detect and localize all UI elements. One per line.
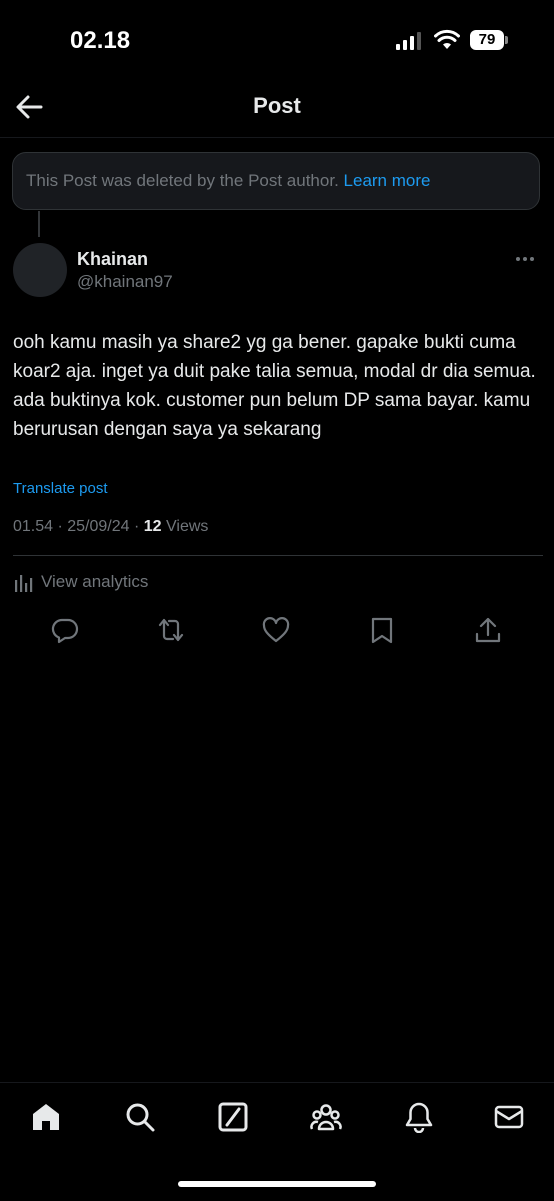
meta-divider — [13, 555, 543, 556]
deleted-post-notice: This Post was deleted by the Post author… — [12, 152, 540, 210]
search-icon[interactable] — [124, 1101, 156, 1133]
learn-more-link[interactable]: Learn more — [344, 171, 431, 190]
like-icon[interactable] — [261, 615, 291, 645]
battery-tip — [505, 36, 508, 44]
deleted-notice-text: This Post was deleted by the Post author… — [26, 171, 339, 190]
views-label: Views — [161, 518, 209, 535]
post-text: ooh kamu masih ya share2 yg ga bener. ga… — [13, 332, 536, 440]
view-analytics-label: View analytics — [41, 572, 149, 591]
top-bar: Post — [0, 80, 554, 136]
reply-icon[interactable] — [50, 615, 80, 645]
views-count: 12 — [143, 518, 162, 535]
author-handle[interactable]: @khainan97 — [77, 272, 173, 292]
post-timestamp: 01.54 · 25/09/24 · — [13, 518, 144, 535]
home-indicator — [178, 1181, 376, 1187]
translate-post-link[interactable]: Translate post — [13, 480, 108, 497]
notifications-icon[interactable] — [403, 1101, 435, 1133]
grok-icon[interactable] — [217, 1101, 249, 1133]
author-name[interactable]: Khainan — [77, 249, 148, 270]
analytics-icon — [15, 575, 33, 592]
post-meta: 01.54 · 25/09/24 · 12 Views — [13, 518, 208, 536]
avatar[interactable] — [13, 243, 67, 297]
messages-icon[interactable] — [493, 1101, 525, 1133]
more-icon[interactable] — [516, 248, 542, 268]
repost-icon[interactable] — [156, 615, 186, 645]
thread-line — [38, 211, 40, 237]
battery-indicator: 79 — [470, 30, 504, 50]
cellular-signal-icon — [396, 32, 421, 50]
home-icon[interactable] — [30, 1101, 62, 1133]
share-icon[interactable] — [473, 615, 503, 645]
bookmark-icon[interactable] — [367, 615, 397, 645]
communities-icon[interactable] — [310, 1101, 342, 1133]
header-divider — [0, 137, 554, 138]
status-time: 02.18 — [70, 27, 131, 54]
page-title: Post — [253, 93, 301, 118]
post-actions — [0, 615, 554, 647]
wifi-icon — [434, 29, 460, 49]
status-bar: 02.18 79 — [0, 0, 554, 80]
